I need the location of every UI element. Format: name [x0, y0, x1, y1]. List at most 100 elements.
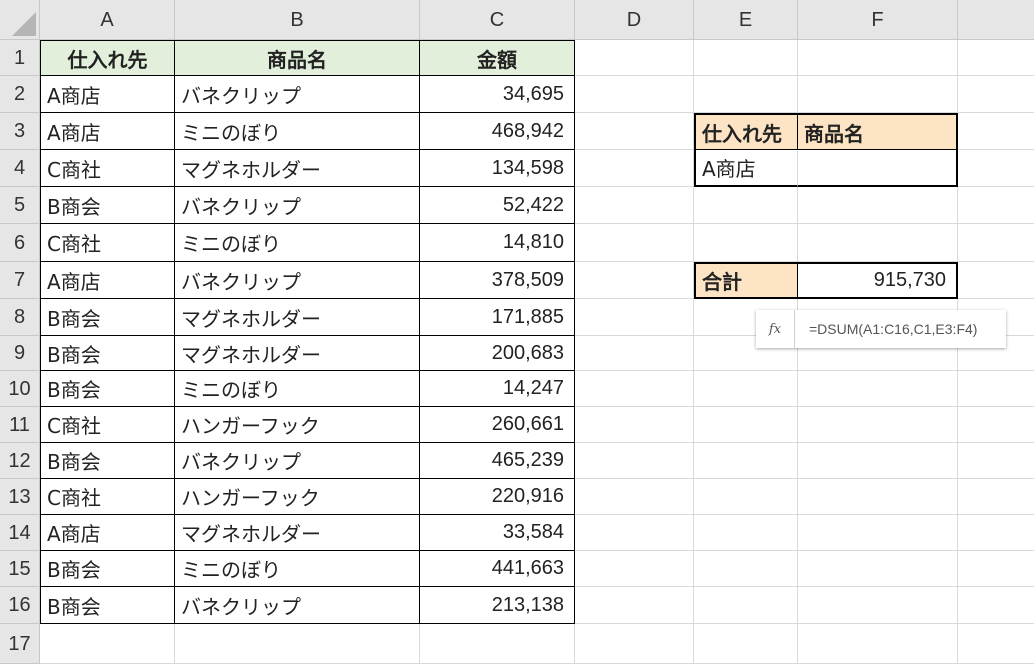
grid-cell[interactable]	[798, 76, 958, 113]
table-cell-product[interactable]: マグネホルダー	[175, 515, 420, 551]
row-header-12[interactable]: 12	[0, 443, 40, 479]
grid-cell[interactable]	[694, 224, 798, 262]
grid-cell[interactable]	[958, 515, 1034, 551]
table-cell-supplier[interactable]: A商店	[40, 76, 175, 113]
table-cell-supplier[interactable]: B商会	[40, 371, 175, 407]
table-cell-product[interactable]: バネクリップ	[175, 587, 420, 624]
grid-cell[interactable]	[175, 624, 420, 664]
grid-cell[interactable]	[694, 551, 798, 587]
table-cell-product[interactable]: バネクリップ	[175, 262, 420, 299]
grid-cell[interactable]	[958, 76, 1034, 113]
grid-cell[interactable]	[694, 371, 798, 407]
column-header-b[interactable]: B	[175, 0, 420, 40]
criteria-header-1[interactable]: 仕入れ先	[694, 113, 798, 150]
grid-cell[interactable]	[958, 150, 1034, 187]
table-cell-product[interactable]: ミニのぼり	[175, 551, 420, 587]
table-cell-supplier[interactable]: C商社	[40, 224, 175, 262]
column-header-a[interactable]: A	[40, 0, 175, 40]
row-header-11[interactable]: 11	[0, 407, 40, 443]
grid-cell[interactable]	[958, 587, 1034, 624]
grid-cell[interactable]	[575, 262, 694, 299]
grid-cell[interactable]	[575, 299, 694, 336]
row-header-6[interactable]: 6	[0, 224, 40, 262]
grid-cell[interactable]	[420, 624, 575, 664]
table-cell-amount[interactable]: 213,138	[420, 587, 575, 624]
table-cell-supplier[interactable]: B商会	[40, 551, 175, 587]
table-cell-product[interactable]: ハンガーフック	[175, 479, 420, 515]
grid-cell[interactable]	[798, 551, 958, 587]
grid-cell[interactable]	[575, 224, 694, 262]
table-cell-supplier[interactable]: C商社	[40, 407, 175, 443]
row-header-2[interactable]: 2	[0, 76, 40, 113]
row-header-1[interactable]: 1	[0, 40, 40, 76]
table-cell-amount[interactable]: 220,916	[420, 479, 575, 515]
table-cell-amount[interactable]: 465,239	[420, 443, 575, 479]
table-cell-amount[interactable]: 52,422	[420, 187, 575, 224]
grid-cell[interactable]	[958, 224, 1034, 262]
row-header-4[interactable]: 4	[0, 150, 40, 187]
grid-cell[interactable]	[798, 587, 958, 624]
table-cell-supplier[interactable]: C商社	[40, 479, 175, 515]
table-cell-product[interactable]: バネクリップ	[175, 443, 420, 479]
grid-cell[interactable]	[575, 76, 694, 113]
grid-cell[interactable]	[575, 187, 694, 224]
row-header-14[interactable]: 14	[0, 515, 40, 551]
row-header-10[interactable]: 10	[0, 371, 40, 407]
grid-cell[interactable]	[694, 479, 798, 515]
grid-cell[interactable]	[798, 479, 958, 515]
table-cell-amount[interactable]: 468,942	[420, 113, 575, 150]
row-header-9[interactable]: 9	[0, 336, 40, 371]
grid-cell[interactable]	[958, 551, 1034, 587]
table-cell-product[interactable]: ミニのぼり	[175, 371, 420, 407]
grid-cell[interactable]	[575, 515, 694, 551]
grid-cell[interactable]	[958, 113, 1034, 150]
table-cell-amount[interactable]: 441,663	[420, 551, 575, 587]
row-header-7[interactable]: 7	[0, 262, 40, 299]
row-header-3[interactable]: 3	[0, 113, 40, 150]
table-cell-product[interactable]: マグネホルダー	[175, 299, 420, 336]
grid-cell[interactable]	[575, 407, 694, 443]
grid-cell[interactable]	[575, 40, 694, 76]
grid-cell[interactable]	[798, 40, 958, 76]
criteria-header-2[interactable]: 商品名	[798, 113, 958, 150]
grid-cell[interactable]	[694, 587, 798, 624]
select-all-corner[interactable]	[0, 0, 40, 40]
column-header-d[interactable]: D	[575, 0, 694, 40]
table-cell-amount[interactable]: 14,247	[420, 371, 575, 407]
table-cell-amount[interactable]: 33,584	[420, 515, 575, 551]
column-header-f[interactable]: F	[798, 0, 958, 40]
table-cell-supplier[interactable]: B商会	[40, 336, 175, 371]
grid-cell[interactable]	[575, 371, 694, 407]
row-header-16[interactable]: 16	[0, 587, 40, 624]
grid-cell[interactable]	[694, 443, 798, 479]
table-cell-product[interactable]: マグネホルダー	[175, 150, 420, 187]
grid-cell[interactable]	[40, 624, 175, 664]
row-header-17[interactable]: 17	[0, 624, 40, 664]
grid-cell[interactable]	[694, 76, 798, 113]
grid-cell[interactable]	[958, 479, 1034, 515]
table-cell-product[interactable]: ハンガーフック	[175, 407, 420, 443]
table-cell-amount[interactable]: 171,885	[420, 299, 575, 336]
table-cell-supplier[interactable]: A商店	[40, 515, 175, 551]
row-header-8[interactable]: 8	[0, 299, 40, 336]
row-header-5[interactable]: 5	[0, 187, 40, 224]
grid-cell[interactable]	[694, 40, 798, 76]
total-value[interactable]: 915,730	[798, 262, 958, 299]
table-cell-supplier[interactable]: B商会	[40, 587, 175, 624]
grid-cell[interactable]	[798, 515, 958, 551]
table-cell-product[interactable]: バネクリップ	[175, 187, 420, 224]
table-cell-amount[interactable]: 14,810	[420, 224, 575, 262]
grid-cell[interactable]	[575, 113, 694, 150]
grid-cell[interactable]	[575, 551, 694, 587]
grid-cell[interactable]	[575, 587, 694, 624]
table-cell-supplier[interactable]: A商店	[40, 262, 175, 299]
criteria-value-1[interactable]: A商店	[694, 150, 798, 187]
table-cell-amount[interactable]: 200,683	[420, 336, 575, 371]
table-cell-supplier[interactable]: C商社	[40, 150, 175, 187]
table-cell-supplier[interactable]: A商店	[40, 113, 175, 150]
column-header-c[interactable]: C	[420, 0, 575, 40]
grid-cell[interactable]	[798, 224, 958, 262]
table-header-2[interactable]: 商品名	[175, 40, 420, 76]
grid-cell[interactable]	[694, 515, 798, 551]
table-cell-supplier[interactable]: B商会	[40, 443, 175, 479]
